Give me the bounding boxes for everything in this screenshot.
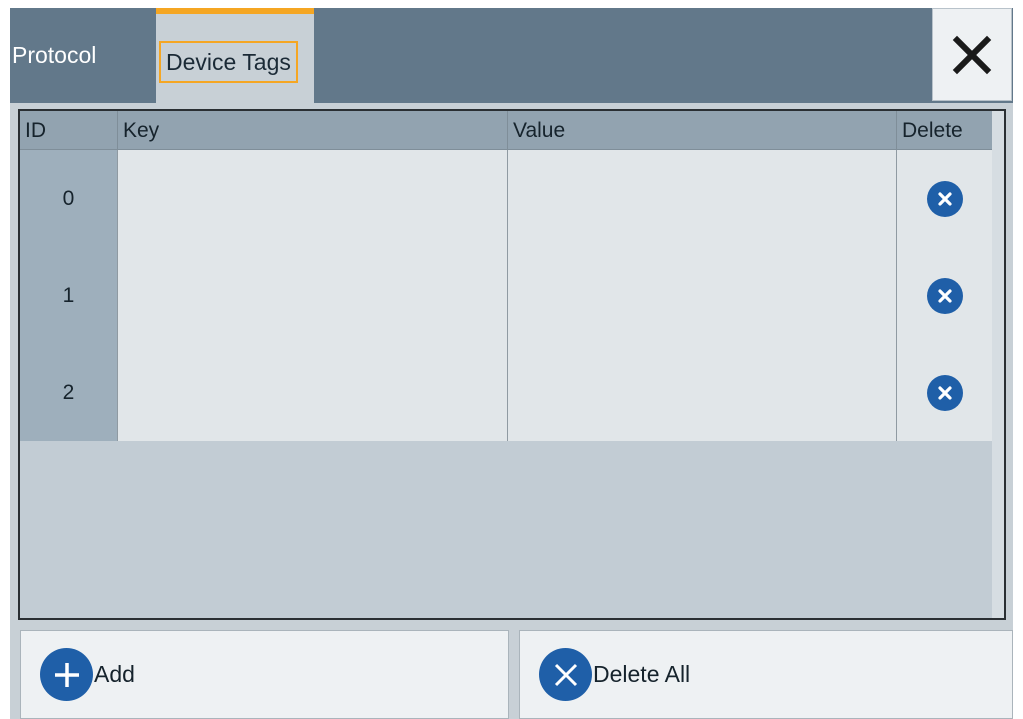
tab-bar: Protocol Device Tags <box>10 8 1013 103</box>
row-value-cell[interactable] <box>508 150 897 247</box>
tab-device-tags-label: Device Tags <box>159 41 298 83</box>
table-row: 0 <box>20 150 994 247</box>
row-id-cell: 0 <box>20 150 118 247</box>
delete-row-icon[interactable] <box>927 374 963 411</box>
column-header-key: Key <box>118 111 508 150</box>
plus-circle-icon <box>40 648 93 701</box>
row-id-cell: 1 <box>20 247 118 344</box>
close-button[interactable] <box>932 8 1012 101</box>
add-button[interactable]: Add <box>20 630 509 719</box>
x-circle-icon <box>539 648 592 701</box>
close-icon <box>952 35 992 74</box>
row-id-cell: 2 <box>20 344 118 441</box>
delete-row-icon[interactable] <box>927 277 963 314</box>
row-key-cell[interactable] <box>118 247 508 344</box>
row-delete-cell <box>897 150 994 247</box>
delete-all-button[interactable]: Delete All <box>519 630 1013 719</box>
row-value-cell[interactable] <box>508 344 897 441</box>
tab-device-tags[interactable]: Device Tags <box>156 8 314 103</box>
tab-protocol-label: Protocol <box>12 42 97 68</box>
tab-protocol[interactable]: Protocol <box>10 8 154 103</box>
row-key-cell[interactable] <box>118 150 508 247</box>
add-button-label: Add <box>94 661 135 687</box>
row-delete-cell <box>897 247 994 344</box>
row-delete-cell <box>897 344 994 441</box>
table-scrollbar[interactable] <box>992 111 1004 618</box>
column-header-delete: Delete <box>897 111 994 150</box>
delete-all-button-label: Delete All <box>593 661 691 687</box>
table-row: 1 <box>20 247 994 344</box>
row-value-cell[interactable] <box>508 247 897 344</box>
table-header: ID Key Value Delete <box>20 111 994 150</box>
table-row: 2 <box>20 344 994 441</box>
column-header-value: Value <box>508 111 897 150</box>
device-tags-dialog: Protocol Device Tags ID Key Value Delete… <box>10 8 1013 719</box>
row-key-cell[interactable] <box>118 344 508 441</box>
column-header-id: ID <box>20 111 118 150</box>
delete-row-icon[interactable] <box>927 180 963 217</box>
device-tags-table: ID Key Value Delete 0 1 2 <box>18 109 1006 620</box>
